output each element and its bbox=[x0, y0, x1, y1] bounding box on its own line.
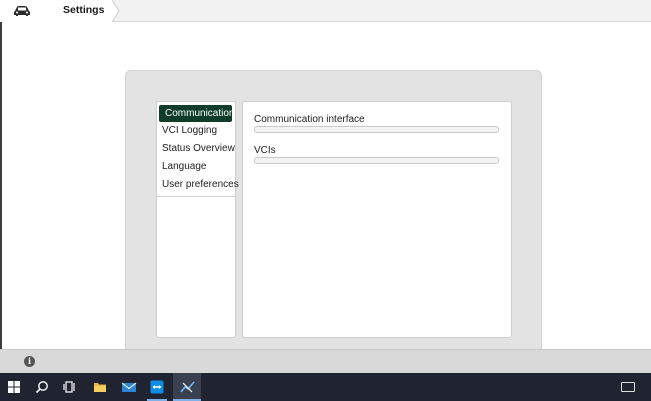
teamviewer-icon bbox=[150, 380, 164, 394]
search-button[interactable] bbox=[28, 373, 56, 401]
mail-icon bbox=[121, 382, 137, 392]
file-explorer-button[interactable] bbox=[86, 373, 114, 401]
car-icon bbox=[14, 6, 30, 16]
breadcrumb-separator-icon bbox=[106, 0, 120, 22]
menu-item-status-overview[interactable]: Status Overview bbox=[162, 143, 235, 154]
info-icon[interactable]: i bbox=[24, 356, 35, 367]
breadcrumb: Settings bbox=[0, 0, 651, 22]
task-view-icon bbox=[63, 381, 75, 393]
settings-content: Communication interface VCIs bbox=[242, 101, 512, 338]
menu-item-vci-logging[interactable]: VCI Logging bbox=[162, 125, 217, 136]
menu-item-language[interactable]: Language bbox=[162, 161, 207, 172]
window-edge bbox=[0, 22, 2, 352]
vcis-label: VCIs bbox=[254, 145, 276, 156]
taskbar bbox=[0, 373, 651, 401]
status-bar: i bbox=[0, 349, 651, 373]
diagnostic-app-icon bbox=[180, 381, 195, 393]
file-explorer-icon bbox=[94, 383, 106, 392]
windows-start-icon bbox=[8, 381, 20, 393]
settings-menu-list: Communication VCI Logging Status Overvie… bbox=[156, 101, 239, 197]
breadcrumb-settings: Settings bbox=[46, 0, 112, 22]
mail-button[interactable] bbox=[114, 373, 142, 401]
diagnostic-app-button[interactable] bbox=[173, 373, 201, 401]
task-view-button[interactable] bbox=[56, 373, 84, 401]
search-icon bbox=[35, 381, 48, 394]
menu-item-user-preferences[interactable]: User preferences bbox=[162, 179, 239, 190]
teamviewer-button[interactable] bbox=[143, 373, 171, 401]
page-title: Settings bbox=[63, 4, 105, 16]
vcis-field[interactable] bbox=[254, 157, 499, 164]
start-button[interactable] bbox=[0, 373, 28, 401]
communication-interface-label: Communication interface bbox=[254, 114, 365, 125]
communication-interface-field[interactable] bbox=[254, 126, 499, 133]
menu-item-communication[interactable]: Communication bbox=[159, 105, 234, 122]
keyboard-icon[interactable] bbox=[621, 382, 635, 392]
